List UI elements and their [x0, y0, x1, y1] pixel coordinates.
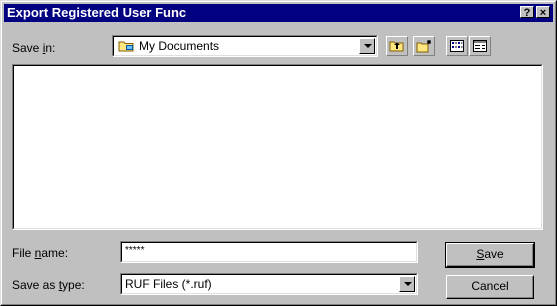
details-view-button[interactable] [469, 36, 491, 56]
close-button[interactable]: × [536, 6, 550, 19]
up-one-level-icon [389, 39, 405, 56]
close-icon: × [539, 7, 547, 19]
save-as-type-label-post: ype: [62, 278, 85, 292]
file-list[interactable] [12, 64, 543, 230]
save-in-label-pre: Save [12, 41, 43, 55]
list-view-button[interactable] [446, 36, 468, 56]
file-list-bevel [13, 65, 542, 229]
file-name-input-bevel [121, 242, 417, 262]
title-bar[interactable]: Export Registered User Func ? × [4, 4, 553, 22]
list-view-icon [450, 40, 464, 55]
up-one-level-button[interactable] [386, 36, 408, 56]
save-in-value: My Documents [139, 39, 220, 53]
save-button[interactable]: Save [445, 242, 535, 268]
dialog-frame: Export Registered User Func ? × Save in:… [1, 1, 556, 305]
save-as-type-label: Save as type: [12, 277, 85, 293]
new-folder-icon [416, 39, 432, 56]
file-name-label-post: ame: [41, 246, 69, 260]
cancel-button[interactable]: Cancel [446, 275, 534, 299]
cancel-button-bevel [447, 276, 533, 298]
chevron-down-icon [404, 282, 412, 286]
chevron-down-icon [364, 44, 372, 48]
save-dialog: Export Registered User Func ? × Save in:… [0, 0, 557, 306]
file-name-label-pre: File [12, 246, 35, 260]
help-icon: ? [523, 7, 531, 19]
file-name-value: ***** [125, 245, 145, 256]
save-as-type-label-pre: Save as [12, 278, 59, 292]
folder-icon [118, 39, 136, 56]
save-button-bevel [447, 244, 533, 266]
save-in-dropdown[interactable]: My Documents [112, 35, 378, 57]
save-as-type-dropdown[interactable]: RUF Files (*.ruf) [120, 273, 418, 295]
help-button[interactable]: ? [520, 6, 534, 19]
save-in-label-post: n: [45, 41, 56, 55]
save-as-type-value: RUF Files (*.ruf) [125, 277, 212, 291]
file-name-input[interactable]: ***** [120, 241, 418, 263]
save-in-dropdown-button[interactable] [359, 38, 375, 54]
file-name-label: File name: [12, 245, 68, 261]
details-view-icon [473, 40, 487, 55]
save-as-type-dropdown-button[interactable] [399, 276, 415, 292]
save-in-label: Save in: [12, 40, 55, 56]
dialog-title: Export Registered User Func [7, 5, 187, 20]
new-folder-button[interactable] [413, 36, 435, 56]
